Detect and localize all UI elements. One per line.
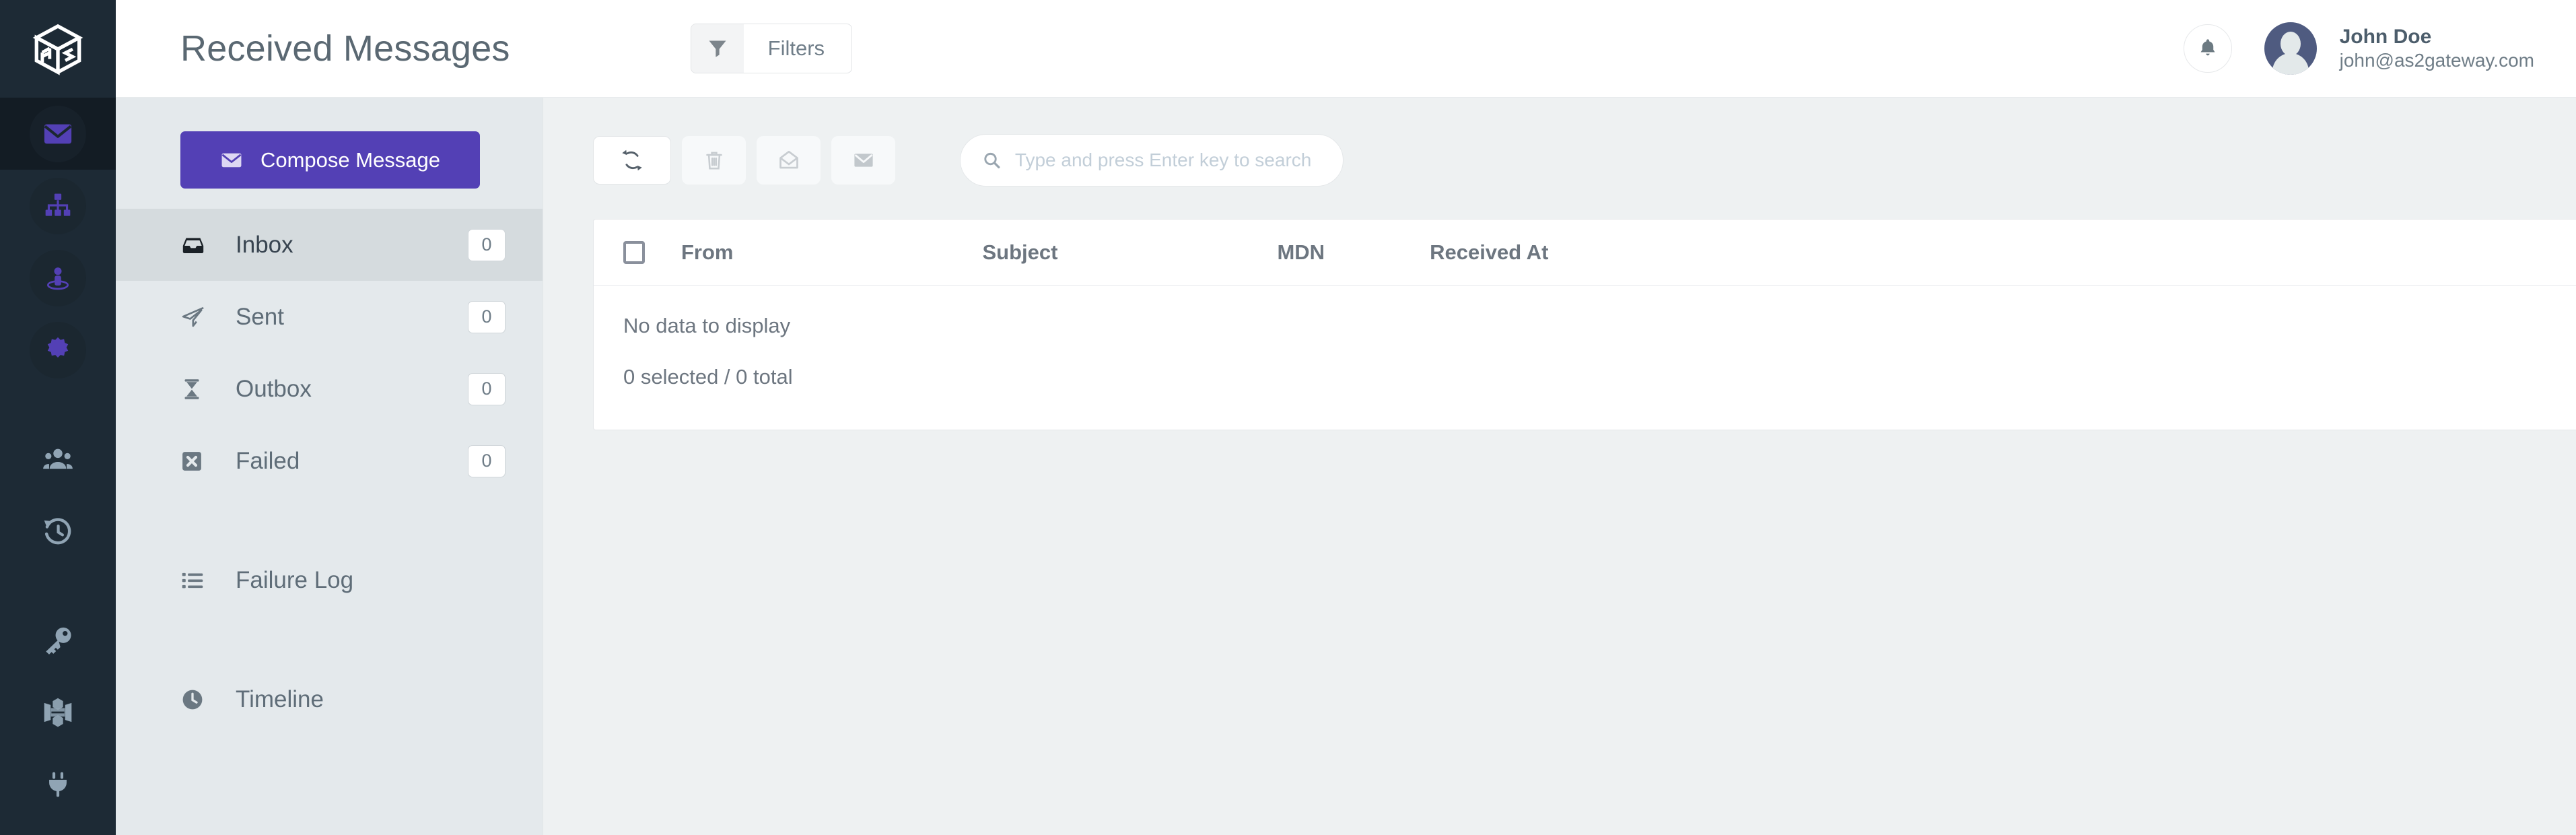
- compose-label: Compose Message: [260, 147, 441, 172]
- folder-count: 0: [468, 372, 506, 405]
- rail-icon-bg: [30, 177, 86, 234]
- avatar-body: [2272, 53, 2309, 75]
- folder-list: Inbox 0 Sent 0 Outbox 0 Failed 0 Failure…: [116, 209, 543, 735]
- search-box[interactable]: [960, 134, 1344, 187]
- aws-cube-icon: [44, 698, 72, 727]
- table-header-row: From Subject MDN Received At: [594, 220, 2576, 286]
- folder-item-inbox[interactable]: Inbox 0: [116, 209, 543, 281]
- filters-label: Filters: [767, 36, 825, 60]
- table-selection-status: 0 selected / 0 total: [623, 365, 793, 389]
- rail-item-users[interactable]: [0, 423, 116, 495]
- refresh-button[interactable]: [593, 136, 671, 185]
- avatar[interactable]: [2264, 22, 2317, 75]
- list-icon: [180, 568, 210, 593]
- search-icon: [984, 152, 1000, 169]
- main-content: From Subject MDN Received At No data to …: [543, 98, 2576, 835]
- folder-label: Failed: [236, 447, 300, 474]
- mark-as-read-button[interactable]: [757, 136, 821, 185]
- hourglass-icon: [180, 378, 210, 401]
- inbox-icon: [180, 232, 210, 258]
- folder-count: 0: [468, 300, 506, 333]
- filters-button[interactable]: Filters: [690, 24, 853, 73]
- messages-table-card: From Subject MDN Received At No data to …: [593, 219, 2576, 430]
- x-square-icon: [180, 450, 210, 473]
- rail-divider-gap-2: [0, 567, 116, 604]
- key-icon: [46, 627, 71, 655]
- history-icon: [44, 517, 71, 544]
- page-title: Received Messages: [180, 28, 510, 69]
- column-header-subject[interactable]: Subject: [983, 240, 1058, 265]
- checkbox-icon[interactable]: [623, 240, 645, 264]
- rail-item-partners[interactable]: [0, 170, 116, 242]
- app-logo[interactable]: [0, 0, 116, 98]
- select-all-checkbox-cell[interactable]: [623, 240, 664, 264]
- certificate-icon: [47, 337, 69, 358]
- rail-icon-bg: [30, 105, 86, 162]
- column-header-from[interactable]: From: [681, 240, 734, 265]
- paper-plane-icon: [180, 304, 210, 330]
- rail-item-connectors[interactable]: [0, 748, 116, 820]
- rail-icon-bg: [30, 321, 86, 378]
- folder-label: Failure Log: [236, 566, 354, 593]
- folder-item-failure-log[interactable]: Failure Log: [116, 544, 543, 616]
- user-email: john@as2gateway.com: [2339, 50, 2534, 71]
- plug-icon: [49, 772, 67, 797]
- folder-label: Sent: [236, 303, 284, 330]
- clock-icon: [180, 688, 210, 712]
- rail-icon-bg: [30, 249, 86, 306]
- sitemap-icon: [45, 193, 71, 216]
- user-name: John Doe: [2339, 25, 2432, 48]
- envelope-icon: [854, 154, 873, 167]
- folder-label: Timeline: [236, 686, 324, 712]
- rail-item-certificates[interactable]: [0, 314, 116, 386]
- folder-count: 0: [468, 228, 506, 261]
- funnel-icon: [691, 24, 744, 73]
- folder-label: Inbox: [236, 231, 293, 258]
- search-input[interactable]: [1014, 149, 1321, 171]
- trash-icon: [705, 152, 722, 170]
- user-info[interactable]: John Doe john@as2gateway.com: [2340, 25, 2534, 72]
- envelope-open-icon: [779, 150, 798, 169]
- bell-icon: [2200, 39, 2215, 56]
- folder-count: 0: [468, 444, 506, 477]
- table-empty-message: No data to display: [623, 314, 791, 337]
- folder-item-failed[interactable]: Failed 0: [116, 425, 543, 497]
- rail-item-storage[interactable]: [0, 676, 116, 748]
- envelope-icon: [221, 153, 242, 167]
- delete-button[interactable]: [682, 136, 746, 185]
- header-right: John Doe john@as2gateway.com: [2183, 22, 2576, 75]
- app-root: Received Messages Filters John Doe john@…: [0, 0, 2576, 835]
- column-header-received-at[interactable]: Received At: [1430, 240, 1548, 265]
- mail-folders-panel: Compose Message Inbox 0 Sent 0 Outbox 0 …: [116, 98, 543, 835]
- rail-item-history[interactable]: [0, 495, 116, 567]
- rail-item-messages[interactable]: [0, 98, 116, 170]
- compose-message-button[interactable]: Compose Message: [180, 131, 480, 189]
- mark-as-unread-button[interactable]: [831, 136, 895, 185]
- refresh-icon: [622, 149, 642, 171]
- notifications-button[interactable]: [2183, 24, 2232, 73]
- envelope-icon: [44, 124, 72, 143]
- icon-rail: [0, 0, 116, 835]
- column-header-mdn[interactable]: MDN: [1277, 240, 1325, 265]
- rail-item-keys[interactable]: [0, 604, 116, 676]
- folder-item-timeline[interactable]: Timeline: [116, 663, 543, 735]
- top-header: Received Messages Filters John Doe john@…: [116, 0, 2576, 98]
- as2-cube-logo-icon: [32, 24, 83, 75]
- rail-item-stations[interactable]: [0, 242, 116, 314]
- message-toolbar: [543, 98, 2576, 187]
- users-icon: [43, 448, 73, 469]
- folder-spacer-2: [116, 616, 543, 663]
- user-location-icon: [46, 267, 69, 290]
- avatar-head: [2280, 32, 2301, 56]
- rail-divider-gap: [0, 386, 116, 423]
- folder-label: Outbox: [236, 375, 312, 402]
- folder-item-sent[interactable]: Sent 0: [116, 281, 543, 353]
- folder-item-outbox[interactable]: Outbox 0: [116, 353, 543, 425]
- folder-spacer: [116, 497, 543, 544]
